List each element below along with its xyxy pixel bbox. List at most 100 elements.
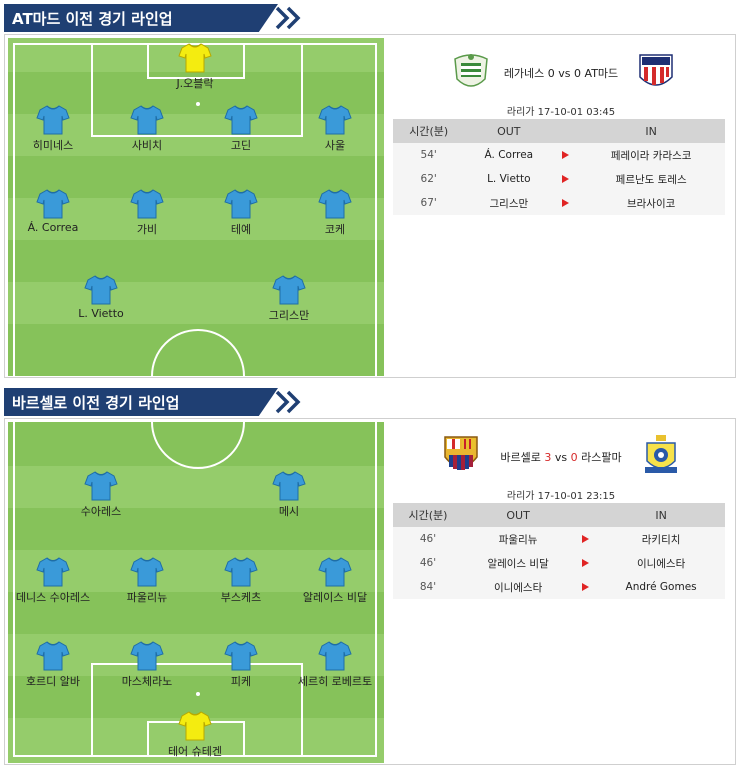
- shirt-icon: [272, 275, 306, 305]
- shirt-icon: [224, 557, 258, 587]
- sub-in: André Gomes: [597, 575, 725, 599]
- player-name: 사울: [324, 139, 346, 152]
- sub-arrow-icon: [561, 175, 569, 183]
- shirt-icon: [130, 105, 164, 135]
- match-header: 레가네스 0 vs 0 AT마드: [393, 43, 729, 99]
- shirt-icon: [36, 557, 70, 587]
- away-score: 0: [574, 67, 582, 80]
- lineup-panel: J.오블락 히미네스 사비치 고딘 사울 Á. Correa 가비 테예 코케 L. Vietto…: [4, 34, 736, 378]
- player-name: 수아레스: [80, 505, 122, 518]
- match-header: 바르셀로 3 vs 0 라스팔마: [393, 427, 729, 483]
- shirt-icon: [318, 641, 352, 671]
- match-info: 레가네스 0 vs 0 AT마드 라리가 17-10-01 03:45 시간(분…: [393, 43, 729, 215]
- atletico-crest: [639, 54, 673, 86]
- player-name: 그리스만: [268, 309, 310, 322]
- player-name: 메시: [278, 505, 300, 518]
- sub-time: 54': [393, 143, 465, 167]
- table-row: 62' L. Vietto 페르난도 토레스: [393, 167, 725, 191]
- sub-in: 브라사이코: [577, 191, 725, 215]
- player-marker: 세르히 로베르토: [280, 640, 384, 689]
- home-score: 3: [544, 451, 552, 464]
- vs-label: vs: [554, 451, 568, 464]
- shirt-icon: [178, 43, 212, 73]
- match-info: 바르셀로 3 vs 0 라스팔마 라리가 17-10-01 23:15 시간(분…: [393, 427, 729, 599]
- vs-label: vs: [558, 67, 571, 80]
- table-row: 46' 파울리뉴 라키티치: [393, 527, 725, 551]
- away-score: 0: [570, 451, 578, 464]
- col-time: 시간(분): [393, 503, 463, 527]
- sub-time: 67': [393, 191, 465, 215]
- away-team: 라스팔마: [581, 451, 622, 464]
- shirt-icon: [130, 641, 164, 671]
- player-marker: 테어 슈테겐: [140, 710, 250, 759]
- shirt-icon: [224, 105, 258, 135]
- col-in: IN: [577, 119, 725, 143]
- shirt-icon: [272, 471, 306, 501]
- player-marker: 수아레스: [46, 470, 156, 519]
- league-date: 라리가 17-10-01 03:45: [506, 107, 616, 118]
- col-time: 시간(분): [393, 119, 465, 143]
- sub-out: 그리스만: [464, 191, 554, 215]
- shirt-icon: [130, 557, 164, 587]
- sub-in: 페르난도 토레스: [577, 167, 725, 191]
- sub-arrow-icon: [581, 559, 589, 567]
- league-date: 라리가 17-10-01 23:15: [506, 491, 616, 502]
- col-out: OUT: [463, 503, 574, 527]
- lineup-section-atletico: AT마드 이전 경기 라인업 J.오블락 히미네스 사비치 고딘 사울 Á. Correa…: [0, 0, 740, 380]
- shirt-icon: [36, 189, 70, 219]
- away-team: AT마드: [584, 67, 619, 80]
- sub-arrow-icon: [581, 535, 589, 543]
- shirt-icon: [224, 189, 258, 219]
- sub-arrow-icon: [581, 583, 589, 591]
- shirt-icon: [178, 711, 212, 741]
- player-marker: J.오블락: [140, 42, 250, 91]
- banner-title: 바르셀로 이전 경기 라인업: [12, 394, 180, 412]
- sub-out: 알레이스 비달: [463, 551, 574, 575]
- lineup-section-barcelona: 바르셀로 이전 경기 라인업 수아레스 메시 데니스 수아레스 파울리뉴 부스케츠 알레이…: [0, 384, 740, 767]
- sub-time: 62': [393, 167, 465, 191]
- home-team: 레가네스: [503, 67, 545, 80]
- table-row: 67' 그리스만 브라사이코: [393, 191, 725, 215]
- sub-arrow: [553, 191, 578, 215]
- col-out: OUT: [464, 119, 554, 143]
- sub-arrow: [553, 143, 578, 167]
- sub-out: Á. Correa: [464, 143, 554, 167]
- chevron-right-icon: [286, 6, 301, 30]
- sub-arrow-icon: [561, 151, 569, 159]
- shirt-icon: [84, 471, 118, 501]
- sub-time: 84': [393, 575, 463, 599]
- section-banner: 바르셀로 이전 경기 라인업: [4, 388, 301, 416]
- sub-in: 페레이라 카라스코: [577, 143, 725, 167]
- player-marker: 코케: [280, 188, 384, 237]
- substitution-table: 시간(분) OUT IN 54' Á. Correa 페레이라 카라스코 62': [393, 119, 725, 215]
- player-marker: 알레이스 비달: [280, 556, 384, 605]
- pitch: 수아레스 메시 데니스 수아레스 파울리뉴 부스케츠 알레이스 비달 호르디 알바 마스체라노…: [8, 422, 384, 763]
- sub-out: L. Vietto: [464, 167, 554, 191]
- sub-arrow-icon: [561, 199, 569, 207]
- sub-time: 46': [393, 551, 463, 575]
- player-name: J.오블락: [176, 77, 214, 90]
- player-marker: L. Vietto: [46, 274, 156, 320]
- player-name: 알레이스 비달: [302, 591, 368, 604]
- table-row: 84' 이니에스타 André Gomes: [393, 575, 725, 599]
- sub-arrow: [573, 551, 598, 575]
- shirt-icon: [84, 275, 118, 305]
- shirt-icon: [224, 641, 258, 671]
- sub-arrow: [573, 527, 598, 551]
- sub-in: 라키티치: [597, 527, 725, 551]
- col-arrow: [573, 503, 598, 527]
- player-name: 테어 슈테겐: [167, 745, 223, 758]
- sub-in: 이니에스타: [597, 551, 725, 575]
- col-in: IN: [597, 503, 725, 527]
- player-name: 코케: [324, 223, 346, 236]
- substitution-table: 시간(분) OUT IN 46' 파울리뉴 라키티치 46' 알레이스 비달 이…: [393, 503, 725, 599]
- sub-arrow: [573, 575, 598, 599]
- home-score: 0: [547, 67, 555, 80]
- section-banner: AT마드 이전 경기 라인업: [4, 4, 301, 32]
- shirt-icon: [36, 105, 70, 135]
- shirt-icon: [130, 189, 164, 219]
- lineup-panel: 수아레스 메시 데니스 수아레스 파울리뉴 부스케츠 알레이스 비달 호르디 알바 마스체라노…: [4, 418, 736, 765]
- sub-out: 이니에스타: [463, 575, 574, 599]
- shirt-icon: [318, 189, 352, 219]
- sub-time: 46': [393, 527, 463, 551]
